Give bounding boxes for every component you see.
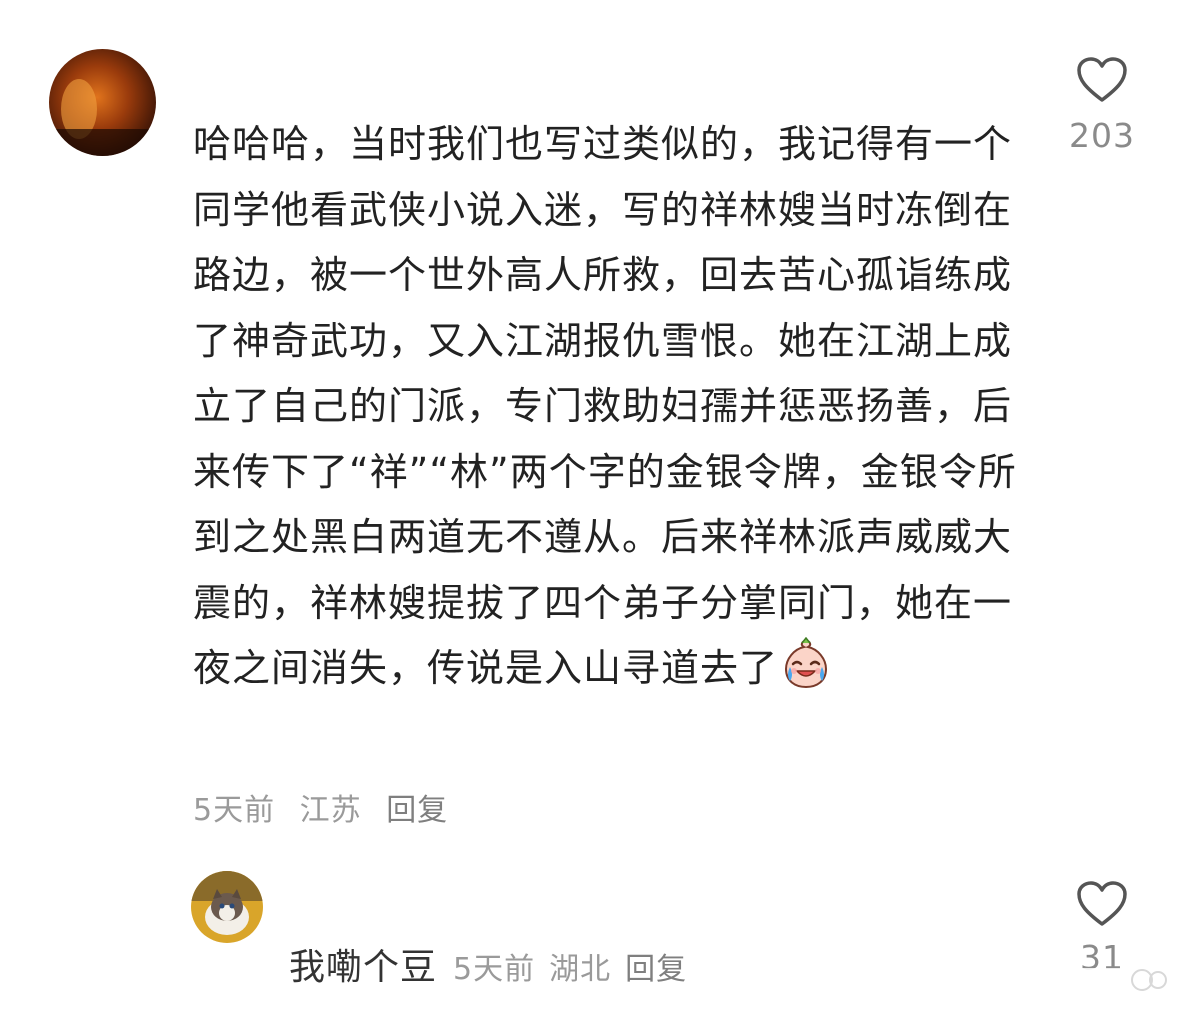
comment-body: 哈哈哈，当时我们也写过类似的，我记得有一个同学他看武侠小说入迷，写的祥林嫂当时冻… — [193, 122, 1017, 690]
heart-icon — [1077, 881, 1127, 926]
reply-button[interactable]: 回复 — [386, 793, 448, 828]
comment-meta: 5天前 江苏 回复 — [193, 785, 462, 829]
reply-reply-button[interactable]: 回复 — [625, 944, 687, 988]
comment-time: 5天前 — [193, 793, 276, 828]
watermark-icon — [1080, 948, 1170, 1000]
reply-meta: 我嘞个豆 5天前 湖北 回复 — [289, 938, 701, 990]
like-button[interactable]: 203 — [1060, 56, 1144, 155]
reply-location: 湖北 — [549, 952, 612, 987]
crying-laughing-emoji-icon — [780, 636, 832, 710]
comment-location: 江苏 — [299, 793, 362, 828]
like-count: 203 — [1069, 116, 1135, 155]
heart-icon — [1077, 57, 1127, 102]
reply-avatar[interactable] — [191, 871, 263, 943]
comment-text: 哈哈哈，当时我们也写过类似的，我记得有一个同学他看武侠小说入迷，写的祥林嫂当时冻… — [193, 112, 1028, 710]
avatar[interactable] — [49, 49, 156, 156]
reply-time: 5天前 — [453, 952, 536, 987]
reply-username[interactable]: 我嘞个豆 — [289, 938, 437, 990]
